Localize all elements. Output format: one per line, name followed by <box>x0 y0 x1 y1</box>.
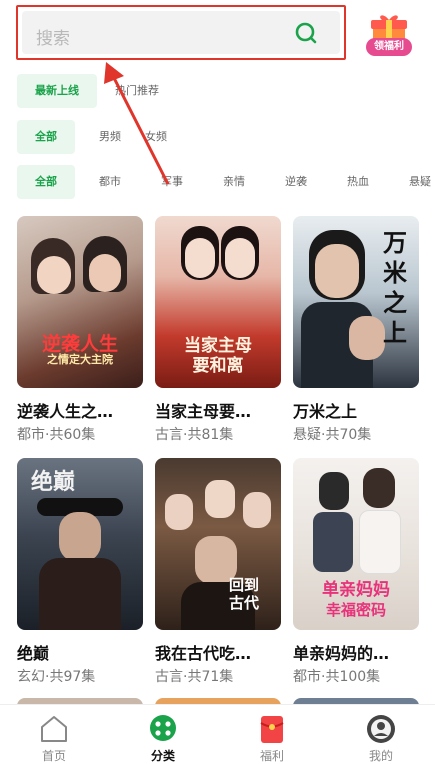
poster-title: 万米之上 <box>383 229 407 347</box>
filter-action[interactable]: 热血 <box>307 165 369 199</box>
poster-image[interactable]: 逆袭人生 之情定大主院 <box>17 216 143 388</box>
card-title[interactable]: 我在古代吃… <box>155 640 281 664</box>
drama-card[interactable]: 单亲妈妈 幸福密码 单亲妈妈的… 都市·共100集 <box>293 458 419 686</box>
drama-card[interactable]: 绝巅 绝巅 玄幻·共97集 <box>17 458 143 686</box>
card-meta: 悬疑·共70集 <box>293 427 372 443</box>
promo-label[interactable]: 领福利 <box>366 38 412 56</box>
card-meta: 都市·共60集 <box>17 427 96 443</box>
card-meta: 古言·共71集 <box>155 669 234 685</box>
home-icon <box>41 716 67 742</box>
poster-title: 单亲妈妈 <box>322 580 390 600</box>
red-envelope-icon <box>260 716 284 743</box>
filter-all-genre[interactable]: 全部 <box>17 165 75 199</box>
drama-card[interactable]: 回到古代 我在古代吃… 古言·共71集 <box>155 458 281 686</box>
tab-latest[interactable]: 最新上线 <box>17 74 97 108</box>
filter-urban[interactable]: 都市 <box>75 165 121 199</box>
filter-military[interactable]: 军事 <box>121 165 183 199</box>
filter-family[interactable]: 亲情 <box>183 165 245 199</box>
card-title[interactable]: 绝巅 <box>17 640 143 664</box>
tab-mine[interactable]: 我的 <box>341 705 421 763</box>
filter-comeback[interactable]: 逆袭 <box>245 165 307 199</box>
category-icon <box>150 715 176 741</box>
tab-welfare-label: 福利 <box>259 749 284 763</box>
drama-card[interactable]: 万米之上 万米之上 悬疑·共70集 <box>293 216 419 444</box>
tab-category-label: 分类 <box>150 749 175 763</box>
card-title[interactable]: 万米之上 <box>293 398 419 422</box>
poster-subtitle: 幸福密码 <box>325 601 386 619</box>
card-meta: 都市·共100集 <box>293 669 381 685</box>
poster-image[interactable]: 回到古代 <box>155 458 281 630</box>
tab-mine-label: 我的 <box>368 749 393 763</box>
drama-card[interactable]: 当家主母 要和离 当家主母要… 古言·共81集 <box>155 216 281 444</box>
filter-male[interactable]: 男频 <box>75 120 121 154</box>
genre-filter: 全部 都市 军事 亲情 逆袭 热血 悬疑 <box>17 165 435 199</box>
card-title[interactable]: 逆袭人生之… <box>17 398 143 422</box>
tab-category[interactable]: 分类 <box>123 705 203 763</box>
poster-title: 绝巅 <box>31 470 76 495</box>
drama-card[interactable]: 逆袭人生 之情定大主院 逆袭人生之… 都市·共60集 <box>17 216 143 444</box>
poster-image[interactable]: 当家主母 要和离 <box>155 216 281 388</box>
poster-image[interactable]: 单亲妈妈 幸福密码 <box>293 458 419 630</box>
filter-all-gender[interactable]: 全部 <box>17 120 75 154</box>
tab-home-label: 首页 <box>41 749 66 763</box>
tab-welfare[interactable]: 福利 <box>232 705 312 763</box>
poster-title: 当家主母 <box>184 336 252 356</box>
gender-filter: 全部 男频 女频 <box>17 120 167 154</box>
poster-image[interactable]: 万米之上 <box>293 216 419 388</box>
search-highlight-box: 搜索 <box>16 5 346 60</box>
card-title[interactable]: 当家主母要… <box>155 398 281 422</box>
card-meta: 玄幻·共97集 <box>17 669 96 685</box>
poster-image[interactable]: 绝巅 <box>17 458 143 630</box>
bottom-tab-bar: 首页 分类 福利 我的 <box>0 704 435 763</box>
poster-title: 回到古代 <box>229 576 260 612</box>
card-title[interactable]: 单亲妈妈的… <box>293 640 419 664</box>
search-placeholder: 搜索 <box>36 29 70 49</box>
filter-female[interactable]: 女频 <box>121 120 167 154</box>
sort-tabs: 最新上线 热门推荐 <box>17 74 159 108</box>
tab-popular[interactable]: 热门推荐 <box>97 74 159 108</box>
filter-mystery[interactable]: 悬疑 <box>369 165 431 199</box>
poster-subtitle: 要和离 <box>192 356 244 376</box>
search-input[interactable]: 搜索 <box>22 11 340 54</box>
card-meta: 古言·共81集 <box>155 427 234 443</box>
avatar-icon <box>367 715 395 743</box>
search-icon[interactable] <box>294 21 318 45</box>
poster-subtitle: 之情定大主院 <box>47 353 113 366</box>
tab-home[interactable]: 首页 <box>14 705 94 763</box>
